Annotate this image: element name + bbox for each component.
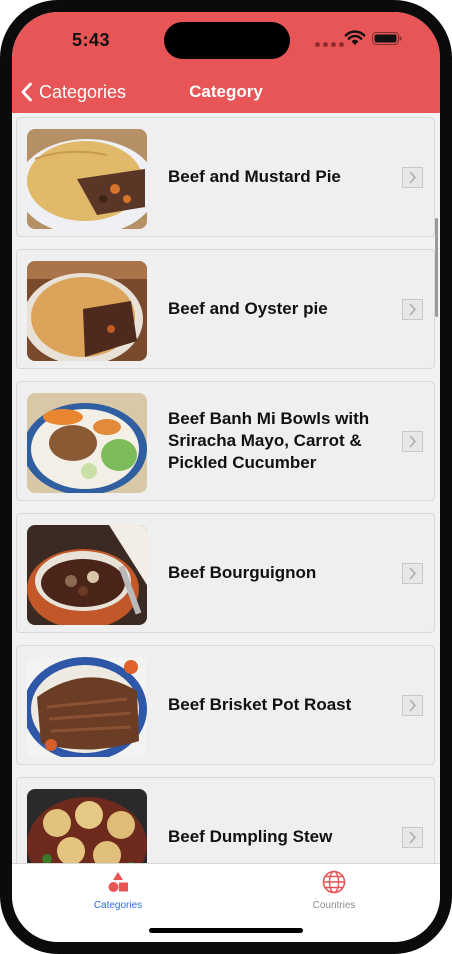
tab-label: Categories bbox=[93, 900, 143, 911]
meal-title: Beef and Oyster pie bbox=[168, 299, 328, 318]
meal-thumbnail bbox=[27, 525, 147, 625]
meal-title: Beef Brisket Pot Roast bbox=[168, 695, 352, 714]
scroll-indicator[interactable] bbox=[435, 218, 438, 317]
tab-label: Countries bbox=[312, 900, 356, 911]
battery-icon bbox=[372, 32, 402, 45]
chevron-right-icon bbox=[402, 299, 423, 320]
app-screen: 5:43 Categories Category Beef and Mustar… bbox=[12, 12, 440, 942]
meal-row[interactable]: Beef Brisket Pot Roast bbox=[16, 645, 435, 765]
meal-title: Beef Dumpling Stew bbox=[168, 827, 333, 846]
meal-thumbnail bbox=[27, 657, 147, 757]
meal-thumbnail bbox=[27, 789, 147, 863]
globe-icon bbox=[322, 870, 346, 894]
meal-title: Beef Banh Mi Bowls with Sriracha Mayo, C… bbox=[168, 409, 370, 472]
dynamic-island bbox=[164, 22, 290, 59]
meal-title: Beef and Mustard Pie bbox=[168, 167, 341, 186]
meal-row[interactable]: Beef and Mustard Pie bbox=[16, 117, 435, 237]
meal-thumbnail bbox=[27, 261, 147, 361]
meal-title: Beef Bourguignon bbox=[168, 563, 317, 582]
wifi-icon bbox=[344, 30, 366, 45]
meal-thumbnail bbox=[27, 129, 147, 229]
meal-row[interactable]: Beef and Oyster pie bbox=[16, 249, 435, 369]
meal-thumbnail bbox=[27, 393, 147, 493]
tab-countries[interactable]: Countries bbox=[264, 870, 404, 911]
chevron-right-icon bbox=[402, 563, 423, 584]
status-time: 5:43 bbox=[72, 30, 111, 50]
meal-row[interactable]: Beef Bourguignon bbox=[16, 513, 435, 633]
signal-dots-icon bbox=[315, 42, 344, 47]
phone-frame: 5:43 Categories Category Beef and Mustar… bbox=[0, 0, 452, 954]
chevron-right-icon bbox=[402, 695, 423, 716]
navigation-header: 5:43 Categories Category bbox=[12, 12, 440, 113]
home-indicator[interactable] bbox=[149, 928, 303, 933]
chevron-right-icon bbox=[402, 431, 423, 452]
chevron-right-icon bbox=[402, 827, 423, 848]
tab-categories[interactable]: Categories bbox=[48, 870, 188, 911]
chevron-right-icon bbox=[402, 167, 423, 188]
page-title: Category bbox=[189, 82, 263, 101]
shapes-icon bbox=[108, 872, 128, 892]
meal-list[interactable]: Beef and Mustard Pie Beef and Oyster pie… bbox=[12, 113, 440, 863]
meal-row[interactable]: Beef Dumpling Stew bbox=[16, 777, 435, 863]
meal-row[interactable]: Beef Banh Mi Bowls with Sriracha Mayo, C… bbox=[16, 381, 435, 501]
